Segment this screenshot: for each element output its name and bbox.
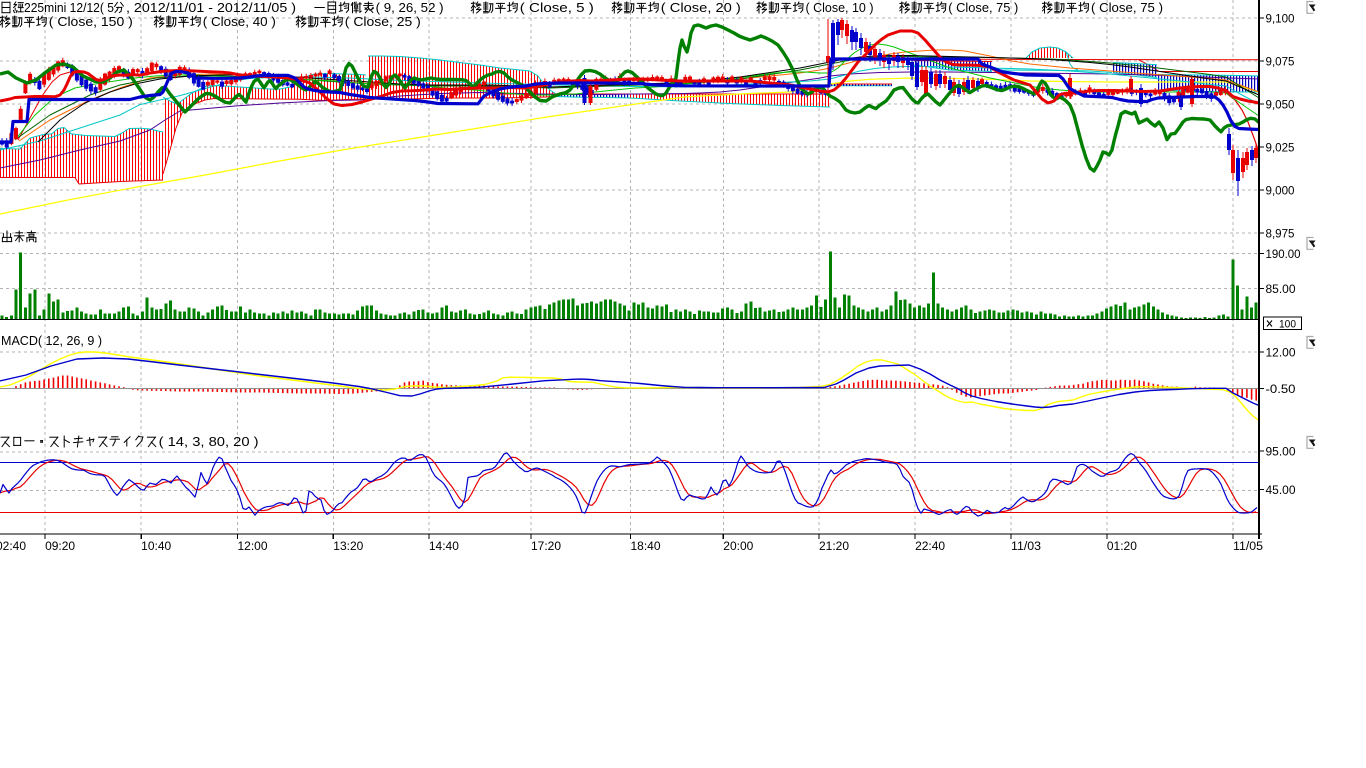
svg-text:22:40: 22:40 [915, 541, 945, 553]
svg-text:MACD( 12, 26, 9 ): MACD( 12, 26, 9 ) [1, 334, 102, 348]
svg-text:11/05: 11/05 [1233, 541, 1263, 553]
svg-text:18:40: 18:40 [631, 541, 661, 553]
svg-text:225mini 12/12( 5: 225mini 12/12( 5 [24, 1, 114, 15]
svg-text:( Close, 75 ): ( Close, 75 ) [1091, 1, 1163, 15]
svg-text:( Close, 150 ): ( Close, 150 ) [49, 15, 133, 29]
svg-text:9,100: 9,100 [1266, 14, 1295, 26]
svg-text:09:20: 09:20 [45, 541, 75, 553]
svg-text:8,975: 8,975 [1266, 229, 1295, 241]
svg-text:85.00: 85.00 [1266, 284, 1296, 296]
svg-text:12.00: 12.00 [1266, 348, 1296, 360]
svg-text:( Close, 40 ): ( Close, 40 ) [203, 15, 276, 29]
svg-text:17:20: 17:20 [531, 541, 561, 553]
svg-text:100: 100 [1279, 318, 1296, 330]
svg-text:( Close, 20 ): ( Close, 20 ) [661, 1, 741, 15]
svg-text:11/03: 11/03 [1011, 541, 1041, 553]
svg-text:01:20: 01:20 [1107, 541, 1137, 553]
svg-text:190.00: 190.00 [1266, 249, 1301, 261]
svg-text:( 14, 3, 80, 20 ): ( 14, 3, 80, 20 ) [159, 435, 259, 449]
svg-text:( Close, 5 ): ( Close, 5 ) [520, 1, 594, 15]
svg-text:( 9, 26, 52 ): ( 9, 26, 52 ) [376, 1, 444, 15]
svg-text:9,075: 9,075 [1266, 57, 1295, 69]
svg-text:9,025: 9,025 [1266, 143, 1295, 155]
svg-text:12:00: 12:00 [238, 541, 268, 553]
svg-text:, 2012/11/01 - 2012/11/05 ): , 2012/11/01 - 2012/11/05 ) [126, 1, 296, 15]
svg-text:-0.50: -0.50 [1266, 384, 1296, 396]
svg-text:20:00: 20:00 [723, 541, 753, 553]
svg-text:02:40: 02:40 [0, 541, 26, 553]
svg-text:13:20: 13:20 [333, 541, 363, 553]
svg-text:( Close, 25 ): ( Close, 25 ) [345, 15, 421, 29]
svg-text:( Close, 10 ): ( Close, 10 ) [806, 1, 874, 15]
svg-text:21:20: 21:20 [819, 541, 849, 553]
svg-text:9,050: 9,050 [1266, 100, 1295, 112]
svg-text:9,000: 9,000 [1266, 186, 1295, 198]
svg-text:( Close, 75 ): ( Close, 75 ) [948, 1, 1018, 15]
svg-text:14:40: 14:40 [429, 541, 459, 553]
svg-text:95.00: 95.00 [1266, 447, 1296, 459]
svg-text:45.00: 45.00 [1266, 485, 1296, 497]
svg-text:10:40: 10:40 [141, 541, 171, 553]
